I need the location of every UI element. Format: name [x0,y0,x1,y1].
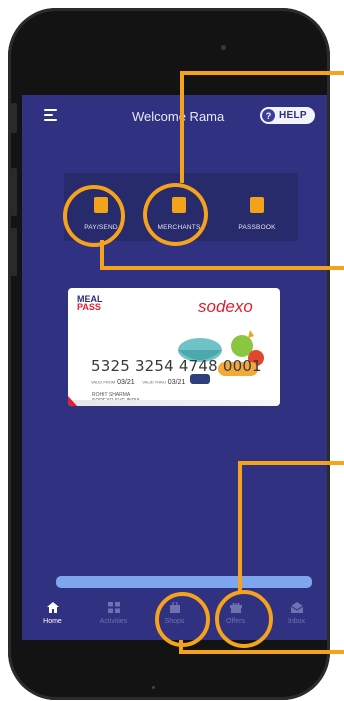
passbook-icon [250,197,264,213]
card-bottom-band [68,400,280,406]
volume-up-button [11,168,17,216]
annotation-circle-pay-send [63,185,125,247]
menu-icon[interactable] [44,109,57,121]
page-title: Welcome Rama [132,109,225,124]
help-button[interactable]: ? HELP [260,107,315,124]
valid-from: 03/21 [117,379,135,386]
valid-from-label: VALID FROM [91,379,116,385]
envelope-icon [290,602,303,613]
annotation-frame-actions [100,266,344,270]
tab-label: Activities [99,618,128,625]
tab-label: Home [43,618,62,625]
action-label: PASSBOOK [238,224,276,231]
logo-bottom: PASS [77,302,101,312]
mute-switch [11,103,17,133]
annotation-circle-shops [155,592,210,647]
bottom-sheet-handle[interactable] [56,576,312,588]
annotation-circle-offers [215,590,273,648]
valid-thru-label: VALID THRU [142,379,166,385]
front-camera [221,45,226,50]
bottom-dot [152,686,155,689]
annotation-frame-bottom [179,650,344,654]
meal-pass-logo: MEAL PASS [77,295,103,312]
grid-icon [107,602,120,613]
volume-down-button [11,228,17,276]
tab-label: Inbox [287,618,306,625]
valid-thru: 03/21 [167,379,186,386]
tab-home[interactable]: Home [22,588,83,640]
tab-activities[interactable]: Activities [83,588,144,640]
meal-pass-card[interactable]: MEAL PASS sodexo 5325 3254 4748 0001 VAL… [68,288,280,406]
card-corner-mark [68,396,77,406]
tab-inbox[interactable]: Inbox [266,588,327,640]
annotation-frame-offers [238,461,344,465]
sodexo-logo: sodexo [198,297,253,316]
annotation-frame-top [180,71,344,75]
annotation-line-offers [238,461,242,593]
annotation-circle-merchants [143,183,208,246]
passbook-button[interactable]: PASSBOOK [220,173,294,241]
validity-dates: VALID FROM 03/21 VALID THRU 03/21 [91,379,185,386]
annotation-line-merchants [180,71,184,183]
help-label: HELP [279,110,307,121]
app-screen: Welcome Rama ? HELP PAY/SEND MERCHANTS P… [22,95,327,640]
home-icon [46,602,59,613]
question-icon: ? [262,109,275,122]
card-number: 5325 3254 4748 0001 [91,357,262,375]
